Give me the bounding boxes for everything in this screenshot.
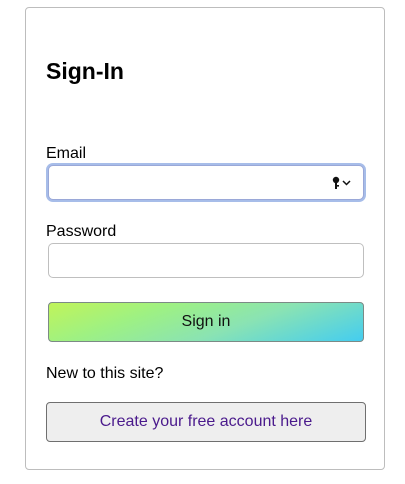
key-icon[interactable]: [331, 176, 353, 190]
signin-card: Sign-In Email Password Sign in New to th…: [25, 7, 385, 470]
password-field[interactable]: [49, 244, 363, 277]
signin-button[interactable]: Sign in: [48, 302, 364, 342]
email-field-wrapper: [48, 165, 364, 200]
new-user-text: New to this site?: [46, 365, 164, 382]
email-label: Email: [46, 145, 87, 162]
page-title: Sign-In: [46, 58, 124, 84]
password-label: Password: [46, 223, 117, 240]
create-account-button[interactable]: Create your free account here: [46, 402, 366, 442]
password-field-wrapper: [48, 243, 364, 278]
email-field[interactable]: [49, 166, 363, 199]
